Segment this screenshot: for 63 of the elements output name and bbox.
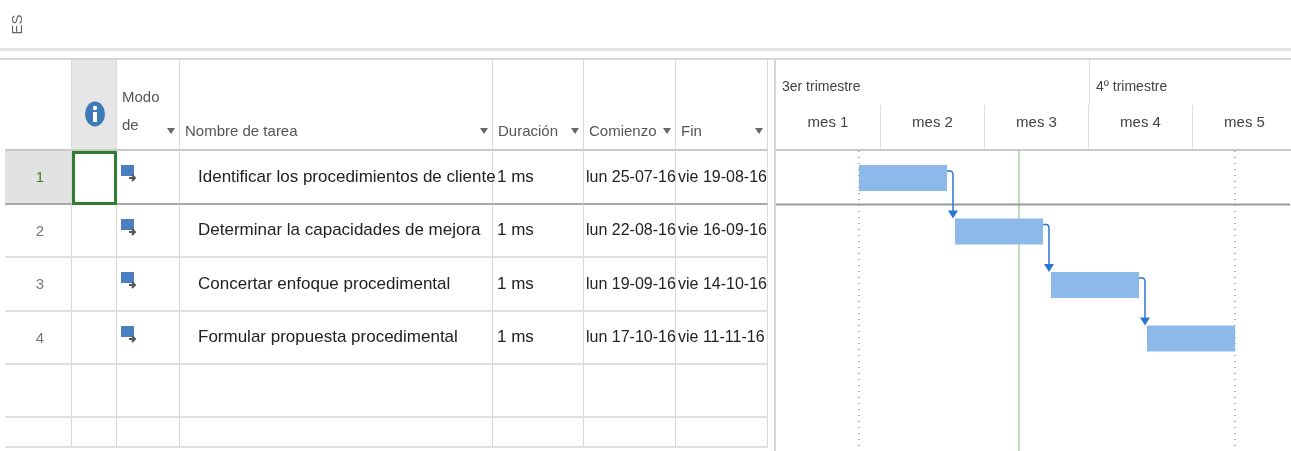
table-cell[interactable] [493, 365, 584, 418]
task-duration: 1 ms [497, 220, 534, 241]
dependency-arrow [946, 170, 958, 219]
table-cell[interactable] [72, 365, 117, 418]
dependency-arrow [1042, 223, 1054, 272]
gantt-bar[interactable] [859, 165, 947, 191]
table-cell[interactable] [676, 418, 768, 448]
table-cell[interactable] [117, 418, 180, 448]
column-header[interactable]: Fin [681, 122, 702, 139]
dependency-arrow [1138, 277, 1150, 326]
table-cell[interactable] [72, 258, 117, 312]
task-duration: 1 ms [497, 327, 534, 348]
row-number[interactable]: 4 [5, 311, 72, 365]
table-cell[interactable] [180, 418, 493, 448]
quarter-label: 3er trimestre [781, 77, 862, 96]
info-icon [83, 100, 106, 127]
task-start-date: lun 17-10-16 [586, 328, 676, 347]
row-number[interactable]: 3 [5, 258, 72, 312]
side-label: ES [7, 14, 25, 34]
gantt-bar[interactable] [955, 218, 1043, 245]
table-cell[interactable] [584, 418, 676, 448]
task-start-date: lun 22-08-16 [586, 221, 676, 240]
active-table-cell[interactable] [72, 151, 117, 205]
task-end-date: vie 11-11-16 [678, 328, 765, 347]
task-duration: 1 ms [497, 166, 534, 187]
table-cell[interactable] [5, 418, 72, 448]
task-duration: 1 ms [497, 273, 534, 294]
task-start-date: lun 25-07-16 [586, 167, 676, 186]
month-label: mes 5 [1192, 104, 1291, 149]
month-label: mes 1 [806, 111, 850, 132]
column-header[interactable]: Duración [498, 122, 559, 139]
auto-scheduled-task-icon [121, 218, 139, 237]
task-name: Formular propuesta procedimental [198, 327, 458, 348]
task-end-date: vie 14-10-16 [678, 274, 767, 293]
month-label: mes 2 [880, 104, 984, 149]
gantt-bar[interactable] [1147, 325, 1235, 352]
task-name: Determinar la capacidades de mejora [198, 220, 481, 241]
table-cell[interactable] [493, 418, 584, 448]
month-label: mes 4 [1088, 104, 1192, 149]
row-number[interactable]: 2 [5, 204, 72, 258]
table-cell[interactable] [117, 365, 180, 418]
table-cell[interactable] [180, 365, 493, 418]
task-end-date: vie 19-08-16 [678, 167, 767, 186]
table-cell[interactable] [72, 204, 117, 258]
task-start-date: lun 19-09-16 [586, 274, 676, 293]
column-header[interactable]: Nombre de tarea [185, 122, 298, 139]
task-name: Concertar enfoque procedimental [198, 273, 451, 294]
table-cell[interactable] [676, 365, 768, 418]
column-header[interactable]: Comienzo [589, 122, 657, 139]
table-cell[interactable] [72, 311, 117, 365]
gantt-bar[interactable] [1051, 272, 1139, 298]
month-label: mes 3 [984, 104, 1088, 149]
quarter-label: 4º trimestre [1089, 60, 1291, 105]
table-cell[interactable] [5, 365, 72, 418]
row-number[interactable]: 1 [5, 151, 72, 205]
auto-scheduled-task-icon [121, 165, 139, 183]
table-cell[interactable] [584, 365, 676, 418]
auto-scheduled-task-icon [121, 325, 139, 344]
dropdown-caret-icon[interactable] [755, 128, 763, 134]
task-end-date: vie 16-09-16 [678, 221, 767, 240]
task-name: Identificar los procedimientos de cliente [198, 166, 496, 187]
table-cell[interactable] [72, 418, 117, 448]
auto-scheduled-task-icon [121, 272, 139, 290]
